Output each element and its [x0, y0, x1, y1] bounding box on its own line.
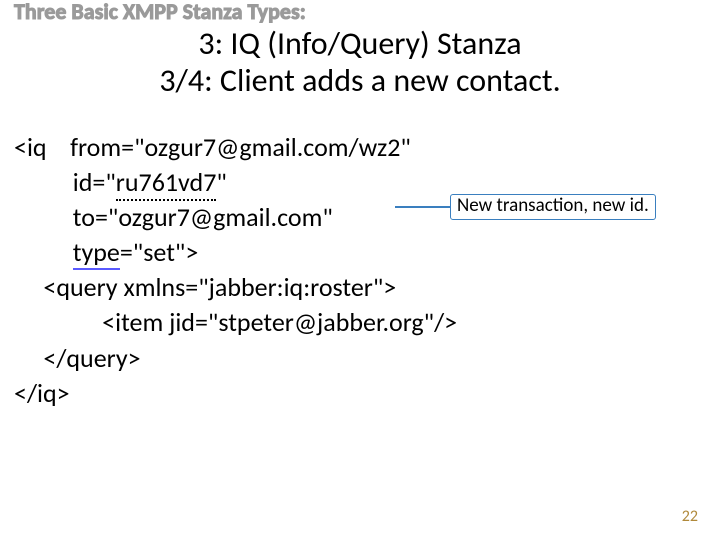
slide: Three Basic XMPP Stanza Types: 3: IQ (In…: [0, 0, 720, 540]
attr-xmlns: xmlns: [123, 271, 185, 303]
code-example: <iq from="ozgur7@gmail.com/wz2" id="ru76…: [14, 130, 457, 411]
attr-jid: jid: [169, 306, 195, 338]
code-line-2: id="ru761vd7": [14, 165, 457, 200]
attr-to: to: [73, 201, 95, 233]
title-line-1: 3: IQ (Info/Query) Stanza: [198, 24, 521, 63]
callout-connector-line: [395, 206, 450, 208]
section-header: Three Basic XMPP Stanza Types:: [14, 0, 306, 25]
code-line-8: </iq>: [14, 376, 457, 411]
code-line-5: <query xmlns="jabber:iq:roster">: [14, 270, 457, 305]
code-line-4: type="set">: [14, 235, 457, 270]
code-line-3: to="ozgur7@gmail.com": [14, 200, 457, 235]
slide-title: 3: IQ (Info/Query) Stanza 3/4: Client ad…: [0, 26, 720, 100]
callout-text-box: New transaction, new id.: [450, 194, 656, 220]
attr-id: id: [73, 166, 93, 198]
attr-from: from: [70, 131, 121, 163]
code-line-7: </query>: [14, 341, 457, 376]
code-line-6: <item jid="stpeter@jabber.org"/>: [14, 305, 457, 340]
code-line-1: <iq from="ozgur7@gmail.com/wz2": [14, 130, 457, 165]
callout-annotation: New transaction, new id.: [395, 194, 656, 220]
id-value-underlined: ru761vd7: [116, 166, 217, 201]
page-number: 22: [682, 507, 698, 526]
title-line-2: 3/4: Client adds a new contact.: [159, 61, 560, 100]
attr-type-underlined: type: [73, 236, 120, 270]
